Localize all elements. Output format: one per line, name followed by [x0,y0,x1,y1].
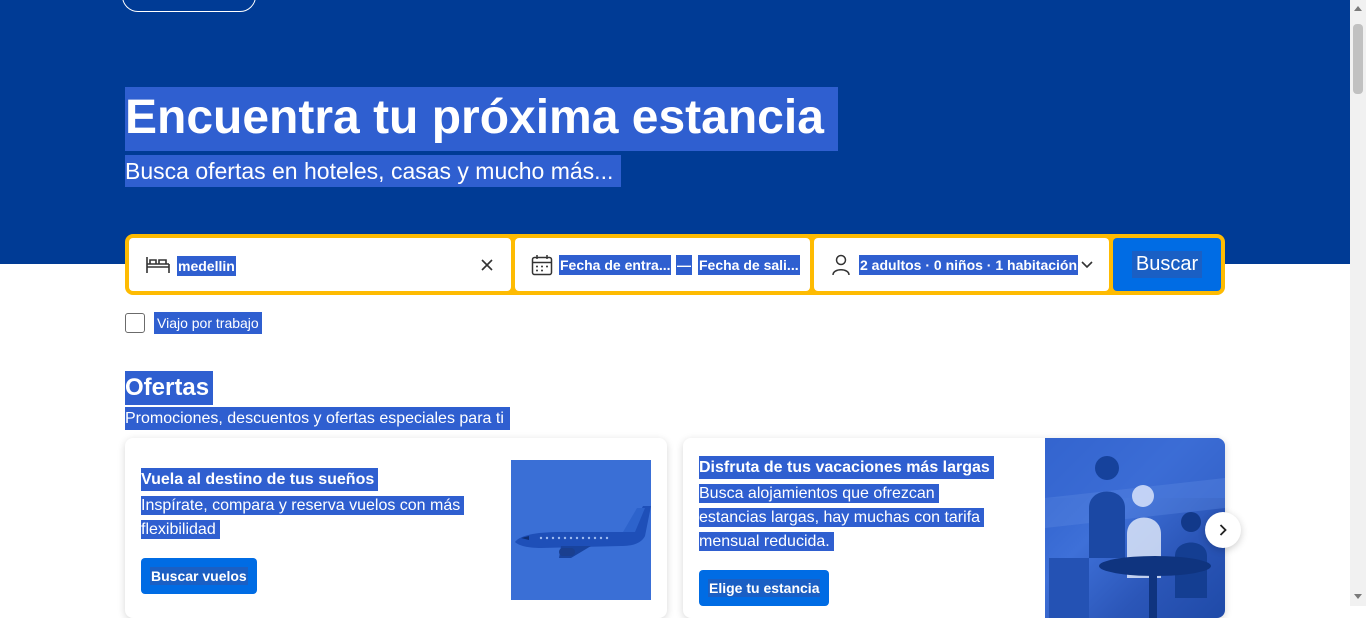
search-button-label: Buscar [1131,251,1203,278]
offer-card-text: Busca alojamientos que ofrezcan estancia… [699,482,985,554]
hero-banner: Encuentra tu próxima estancia Busca ofer… [0,0,1350,264]
carousel-next-button[interactable] [1205,512,1241,548]
offer-card-text-line: estancias largas, hay muchas con tarifa [699,508,985,527]
offer-card-title: Vuela al destino de tus sueños [141,468,379,491]
chevron-right-icon [1219,524,1227,536]
page-title: Encuentra tu próxima estancia [125,87,838,151]
business-trip-label: Viajo por trabajo [154,312,262,334]
page-subtitle: Busca ofertas en hoteles, casas y mucho … [125,155,622,187]
occupancy-field[interactable]: 2 adultos · 0 niños · 1 habitación [814,238,1109,291]
airplane-icon [515,506,651,558]
offers-subtitle: Promociones, descuentos y ofertas especi… [125,407,510,430]
page-scrollbar[interactable] [1350,0,1366,606]
destination-input[interactable]: medellin [177,256,236,276]
calendar-icon [531,254,553,276]
date-separator: — [676,255,692,275]
business-trip-checkbox[interactable] [125,313,145,333]
checkin-date[interactable]: Fecha de entra... [559,255,672,275]
offer-card-text: Inspírate, compara y reserva vuelos con … [141,494,465,542]
clear-icon[interactable] [481,259,493,271]
people-photo-illustration [1045,438,1225,618]
search-flights-button[interactable]: Buscar vuelos [141,558,257,594]
choose-stay-button[interactable]: Elige tu estancia [699,570,830,606]
scroll-down-icon[interactable] [1354,594,1362,599]
offers-title: Ofertas [125,371,214,405]
bed-icon [145,253,171,275]
airplane-image [511,460,651,600]
dates-field[interactable]: Fecha de entra... — Fecha de sali... [515,238,810,291]
search-button[interactable]: Buscar [1113,238,1221,291]
header-pill-button[interactable] [122,0,256,12]
chevron-down-icon[interactable] [1081,261,1093,269]
business-trip-row[interactable]: Viajo por trabajo [125,312,262,334]
search-flights-button-label: Buscar vuelos [150,567,248,585]
choose-stay-button-label: Elige tu estancia [708,579,821,597]
offer-card-title: Disfruta de tus vacaciones más largas [699,456,994,479]
offer-card-text-line: mensual reducida. [699,532,834,551]
offer-card-text-line: Inspírate, compara y reserva vuelos con … [141,496,465,515]
offer-card-text-line: flexibilidad [141,520,220,539]
destination-field[interactable]: medellin [129,238,511,291]
checkout-date[interactable]: Fecha de sali... [698,255,800,275]
scrollbar-thumb[interactable] [1353,24,1363,94]
person-icon [831,254,851,276]
search-bar: medellin Fecha de entra... — Fecha de sa… [125,234,1225,295]
scroll-up-icon[interactable] [1354,6,1362,11]
offer-card-flights: Vuela al destino de tus sueños Inspírate… [125,438,667,618]
offer-card-text-line: Busca alojamientos que ofrezcan [699,484,939,503]
offer-card-long-stays: Disfruta de tus vacaciones más largas Bu… [683,438,1225,618]
occupancy-summary[interactable]: 2 adultos · 0 niños · 1 habitación [859,255,1079,275]
people-photo [1045,438,1225,618]
